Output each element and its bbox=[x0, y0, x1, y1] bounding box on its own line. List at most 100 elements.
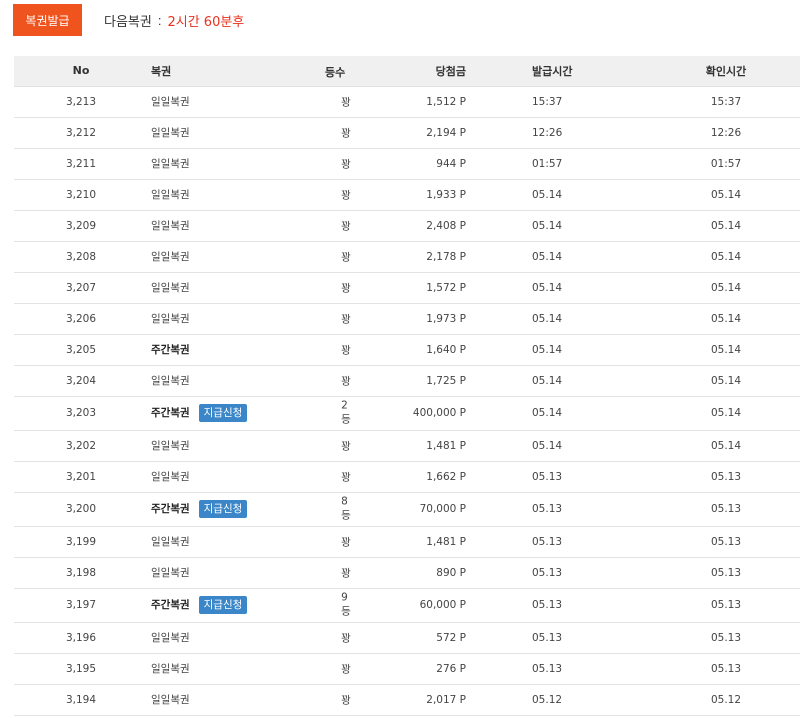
row-prize: 70,000 P bbox=[344, 492, 522, 527]
row-issue-time: 15:37 bbox=[522, 86, 652, 118]
top-bar: 복권발급 다음복권 : 2시간 60분후 bbox=[13, 4, 244, 36]
row-check-time: 05.14 bbox=[652, 210, 800, 242]
table-row: 3,199 일일복권 꽝 1,481 P 05.13 05.13 bbox=[14, 526, 800, 558]
row-no: 3,203 bbox=[14, 396, 144, 431]
payout-request-button[interactable]: 지급신청 bbox=[198, 596, 248, 614]
row-issue-time: 05.13 bbox=[522, 653, 652, 685]
table-row: 3,198 일일복권 꽝 890 P 05.13 05.13 bbox=[14, 557, 800, 589]
row-lottery-cell: 일일복권 꽝 bbox=[144, 148, 351, 180]
row-no: 3,194 bbox=[14, 684, 144, 716]
row-issue-time: 05.14 bbox=[522, 303, 652, 335]
row-check-time: 12:26 bbox=[652, 117, 800, 149]
row-no: 3,205 bbox=[14, 334, 144, 366]
row-lottery-cell: 일일복권 꽝 bbox=[144, 241, 351, 273]
issue-lottery-button[interactable]: 복권발급 bbox=[13, 4, 82, 36]
row-lottery-cell: 일일복권 꽝 bbox=[144, 179, 351, 211]
row-issue-time: 12:26 bbox=[522, 117, 652, 149]
table-row: 3,200 주간복권 지급신청 8등 70,000 P 05.13 05.13 bbox=[14, 492, 800, 527]
row-check-time: 05.13 bbox=[652, 557, 800, 589]
row-lottery-name: 일일복권 bbox=[151, 694, 190, 706]
row-prize: 2,017 P bbox=[344, 684, 522, 716]
row-prize: 2,178 P bbox=[344, 241, 522, 273]
row-check-time: 05.12 bbox=[652, 684, 800, 716]
row-check-time: 05.14 bbox=[652, 365, 800, 397]
row-prize: 1,725 P bbox=[344, 365, 522, 397]
table-row: 3,203 주간복권 지급신청 2등 400,000 P 05.14 05.14 bbox=[14, 396, 800, 431]
row-no: 3,198 bbox=[14, 557, 144, 589]
row-lottery-name: 일일복권 bbox=[151, 536, 190, 548]
row-check-time: 05.13 bbox=[652, 461, 800, 493]
lottery-table-container: No 복권 등수 당첨금 발급시간 확인시간 3,213 일일복권 꽝 1,512 P… bbox=[14, 56, 800, 716]
row-no: 3,199 bbox=[14, 526, 144, 558]
row-no: 3,209 bbox=[14, 210, 144, 242]
table-row: 3,212 일일복권 꽝 2,194 P 12:26 12:26 bbox=[14, 117, 800, 149]
header-name: 복권 bbox=[144, 56, 344, 87]
row-prize: 1,662 P bbox=[344, 461, 522, 493]
row-issue-time: 05.14 bbox=[522, 365, 652, 397]
row-issue-time: 05.14 bbox=[522, 396, 652, 431]
row-no: 3,211 bbox=[14, 148, 144, 180]
row-lottery-cell: 일일복권 꽝 bbox=[144, 557, 351, 589]
table-header-row: No 복권 등수 당첨금 발급시간 확인시간 bbox=[14, 56, 800, 87]
row-lottery-name: 일일복권 bbox=[151, 158, 190, 170]
table-row: 3,207 일일복권 꽝 1,572 P 05.14 05.14 bbox=[14, 272, 800, 304]
row-no: 3,196 bbox=[14, 622, 144, 654]
row-no: 3,210 bbox=[14, 179, 144, 211]
row-rank: 꽝 bbox=[341, 189, 351, 201]
row-check-time: 05.14 bbox=[652, 179, 800, 211]
row-check-time: 05.13 bbox=[652, 622, 800, 654]
row-no: 3,202 bbox=[14, 430, 144, 462]
header-prize: 등수 당첨금 bbox=[325, 56, 522, 87]
table-row: 3,196 일일복권 꽝 572 P 05.13 05.13 bbox=[14, 622, 800, 654]
row-lottery-cell: 일일복권 꽝 bbox=[144, 622, 351, 654]
table-row: 3,204 일일복권 꽝 1,725 P 05.14 05.14 bbox=[14, 365, 800, 397]
table-row: 3,195 일일복권 꽝 276 P 05.13 05.13 bbox=[14, 653, 800, 685]
row-prize: 572 P bbox=[344, 622, 522, 654]
row-lottery-name: 일일복권 bbox=[151, 440, 190, 452]
payout-request-button[interactable]: 지급신청 bbox=[198, 500, 248, 518]
row-lottery-cell: 일일복권 꽝 bbox=[144, 303, 351, 335]
row-check-time: 05.14 bbox=[652, 334, 800, 366]
row-rank: 꽝 bbox=[341, 282, 351, 294]
row-lottery-name: 일일복권 bbox=[151, 127, 190, 139]
row-check-time: 05.14 bbox=[652, 241, 800, 273]
row-issue-time: 05.13 bbox=[522, 526, 652, 558]
row-lottery-cell: 주간복권 지급신청 9등 bbox=[144, 588, 351, 623]
table-row: 3,202 일일복권 꽝 1,481 P 05.14 05.14 bbox=[14, 430, 800, 462]
row-issue-time: 05.13 bbox=[522, 622, 652, 654]
row-check-time: 15:37 bbox=[652, 86, 800, 118]
row-check-time: 05.14 bbox=[652, 430, 800, 462]
row-lottery-cell: 일일복권 꽝 bbox=[144, 461, 351, 493]
table-row: 3,201 일일복권 꽝 1,662 P 05.13 05.13 bbox=[14, 461, 800, 493]
row-lottery-name: 주간복권 bbox=[151, 503, 190, 515]
row-issue-time: 05.14 bbox=[522, 272, 652, 304]
row-issue-time: 05.14 bbox=[522, 210, 652, 242]
row-prize: 1,640 P bbox=[344, 334, 522, 366]
row-rank: 꽝 bbox=[341, 663, 351, 675]
row-lottery-cell: 주간복권 꽝 bbox=[144, 334, 351, 366]
row-lottery-name: 일일복권 bbox=[151, 632, 190, 644]
row-rank: 9등 bbox=[341, 591, 351, 618]
table-row: 3,209 일일복권 꽝 2,408 P 05.14 05.14 bbox=[14, 210, 800, 242]
row-issue-time: 05.12 bbox=[522, 684, 652, 716]
row-check-time: 05.13 bbox=[652, 653, 800, 685]
row-check-time: 05.13 bbox=[652, 492, 800, 527]
row-issue-time: 05.13 bbox=[522, 557, 652, 589]
row-no: 3,212 bbox=[14, 117, 144, 149]
row-prize: 400,000 P bbox=[344, 396, 522, 431]
row-no: 3,207 bbox=[14, 272, 144, 304]
header-check: 확인시간 bbox=[652, 56, 800, 87]
payout-request-button[interactable]: 지급신청 bbox=[198, 404, 248, 422]
row-lottery-cell: 일일복권 꽝 bbox=[144, 272, 351, 304]
next-lottery-countdown: 2시간 60분후 bbox=[167, 14, 245, 30]
row-prize: 276 P bbox=[344, 653, 522, 685]
table-row: 3,206 일일복권 꽝 1,973 P 05.14 05.14 bbox=[14, 303, 800, 335]
row-lottery-cell: 일일복권 꽝 bbox=[144, 526, 351, 558]
row-no: 3,201 bbox=[14, 461, 144, 493]
row-issue-time: 05.14 bbox=[522, 241, 652, 273]
row-lottery-name: 일일복권 bbox=[151, 663, 190, 675]
row-lottery-name: 주간복권 bbox=[151, 407, 190, 419]
table-row: 3,194 일일복권 꽝 2,017 P 05.12 05.12 bbox=[14, 684, 800, 716]
row-lottery-cell: 일일복권 꽝 bbox=[144, 653, 351, 685]
row-rank: 꽝 bbox=[341, 375, 351, 387]
